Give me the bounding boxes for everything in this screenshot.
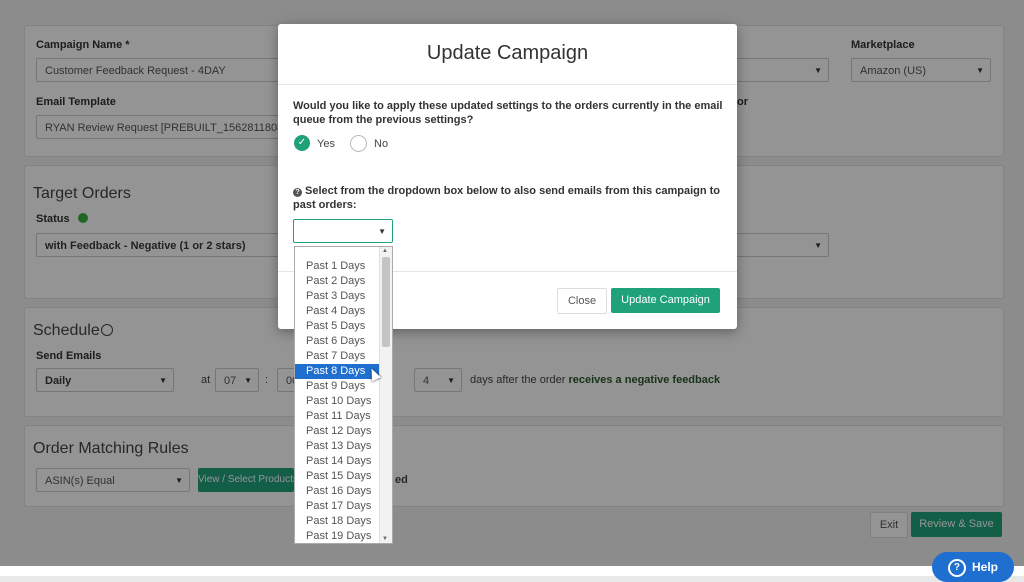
dropdown-option[interactable]: Past 1 Days (295, 259, 381, 274)
dropdown-option[interactable]: Past 3 Days (295, 289, 381, 304)
yes-label: Yes (317, 138, 335, 150)
help-button[interactable]: ? Help (932, 552, 1014, 582)
dropdown-option[interactable]: Past 14 Days (295, 454, 381, 469)
modal-header-divider (278, 84, 737, 85)
dropdown-scrollbar[interactable]: ▲ ▼ (379, 247, 392, 543)
update-campaign-button[interactable]: Update Campaign (611, 288, 720, 313)
help-label: Help (971, 560, 998, 574)
check-icon: ✓ (297, 137, 307, 148)
no-radio[interactable] (350, 135, 367, 152)
question-circle-icon: ? (293, 188, 302, 197)
close-button[interactable]: Close (557, 288, 607, 314)
past-orders-select[interactable]: ▼ (293, 219, 393, 243)
close-label: Close (567, 295, 597, 307)
no-label: No (374, 138, 389, 150)
dropdown-option[interactable]: Past 6 Days (295, 334, 381, 349)
dropdown-option[interactable]: Past 17 Days (295, 499, 381, 514)
dropdown-option[interactable]: Past 11 Days (295, 409, 381, 424)
dropdown-option[interactable]: Past 18 Days (295, 514, 381, 529)
dropdown-option[interactable]: Past 19 Days (295, 529, 381, 543)
dropdown-option[interactable]: Past 13 Days (295, 439, 381, 454)
apply-settings-question: Would you like to apply these updated se… (293, 100, 723, 126)
dropdown-options: Past 1 Days Past 2 Days Past 3 Days Past 4 … (295, 247, 381, 543)
dropdown-option[interactable]: Past 15 Days (295, 469, 381, 484)
scrollbar-thumb[interactable] (382, 257, 390, 347)
modal-title: Update Campaign (426, 42, 589, 64)
question-circle-icon: ? (947, 558, 966, 577)
past-orders-question: ? Select from the dropdown box below to a… (293, 184, 723, 212)
dropdown-option[interactable]: Past 4 Days (295, 304, 381, 319)
dropdown-option[interactable]: Past 12 Days (295, 424, 381, 439)
update-campaign-label: Update Campaign (621, 294, 710, 306)
scroll-up-icon[interactable]: ▲ (382, 248, 388, 254)
dropdown-option[interactable]: Past 2 Days (295, 274, 381, 289)
dropdown-option[interactable]: Past 7 Days (295, 349, 381, 364)
scroll-down-icon[interactable]: ▼ (382, 536, 388, 542)
yes-radio[interactable]: ✓ (294, 135, 310, 151)
bottom-strip (0, 566, 1024, 576)
past-orders-question-text: Select from the dropdown box below to al… (293, 185, 721, 211)
dropdown-option[interactable]: Past 5 Days (295, 319, 381, 334)
dropdown-option[interactable]: Past 9 Days (295, 379, 381, 394)
dropdown-option[interactable]: Past 10 Days (295, 394, 381, 409)
dropdown-option[interactable]: Past 16 Days (295, 484, 381, 499)
chevron-down-icon: ▼ (378, 227, 386, 236)
past-orders-dropdown-list[interactable]: Past 1 Days Past 2 Days Past 3 Days Past 4 … (294, 246, 393, 544)
